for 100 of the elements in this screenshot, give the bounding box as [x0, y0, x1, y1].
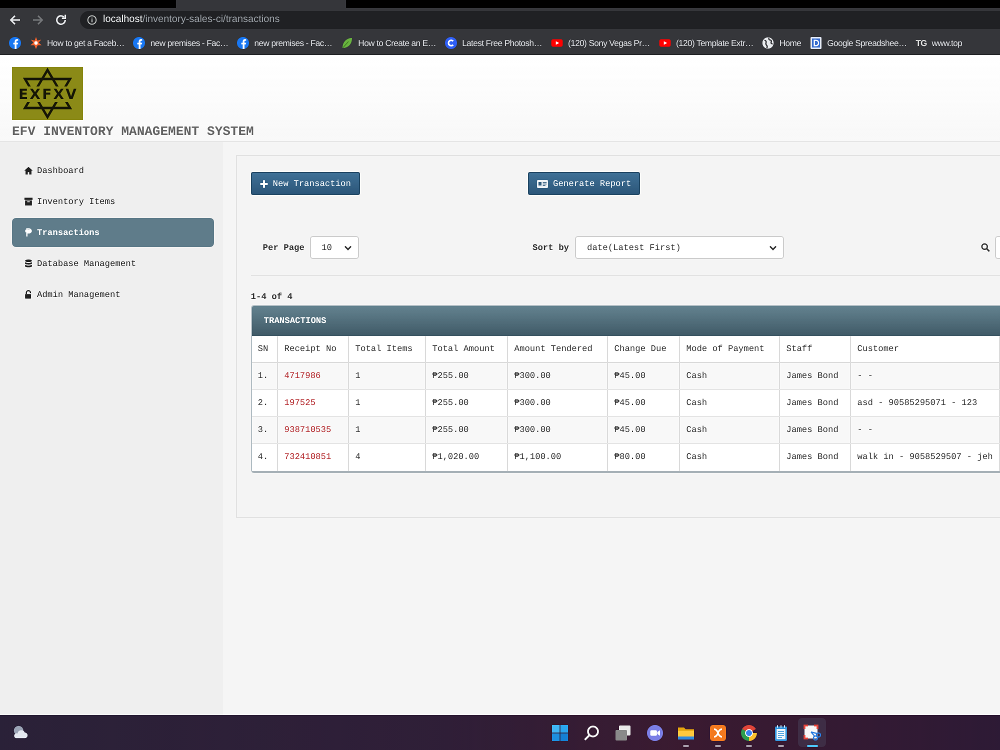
site-title: EFV INVENTORY MANAGEMENT SYSTEM	[12, 124, 255, 140]
peso-icon	[24, 228, 33, 237]
table-cell: 4	[348, 444, 426, 470]
play-icon	[551, 36, 564, 48]
column-header: SN	[252, 336, 278, 362]
table-cell: Cash	[680, 390, 780, 416]
x-tile-icon[interactable]	[708, 724, 726, 742]
column-header: Customer	[850, 336, 1000, 362]
logo-text: EXFXV	[18, 87, 76, 103]
table-cell: walk in - 9058529507 - jeh	[850, 444, 1000, 470]
table-cell: ₱255.00	[426, 390, 508, 416]
table-cell: 1	[348, 416, 426, 444]
table-cell: ₱45.00	[608, 362, 680, 390]
table-cell: ₱45.00	[608, 390, 680, 416]
burst-icon	[30, 36, 42, 48]
stacked-windows-icon[interactable]	[614, 724, 632, 742]
table-cell: James Bond	[780, 362, 851, 390]
scissors-frame-icon[interactable]	[803, 724, 821, 742]
table-title: TRANSACTIONS	[252, 306, 1000, 336]
sort-by-label: Sort by	[532, 242, 569, 252]
table-cell: 1	[348, 390, 426, 416]
table-cell: ₱255.00	[426, 362, 508, 390]
sidebar-item[interactable]: Transactions	[12, 218, 214, 247]
column-header: Total Items	[348, 336, 426, 362]
cloud-moon-icon[interactable]	[12, 724, 29, 741]
archive-box-icon	[24, 197, 33, 206]
table-cell: 1	[348, 362, 426, 390]
table-cell: ₱300.00	[508, 362, 608, 390]
reload-icon[interactable]	[55, 14, 67, 26]
taskbar-button[interactable]	[798, 718, 826, 747]
c-circle-icon	[445, 36, 458, 48]
per-page-select[interactable]: 10	[310, 236, 358, 259]
table-cell: Cash	[680, 362, 780, 390]
column-header: Change Due	[608, 336, 680, 362]
column-header: Total Amount	[426, 336, 508, 362]
sidebar-item[interactable]: Dashboard	[12, 156, 214, 185]
tricolor-circle-icon[interactable]	[740, 724, 758, 742]
action-button[interactable]: New Transaction	[250, 172, 360, 195]
site-initials: TG	[916, 38, 927, 48]
sidebar-item[interactable]: Admin Management	[12, 280, 214, 309]
f-circle-icon	[237, 36, 250, 48]
bookmark[interactable]: Latest Free Photosh…	[445, 36, 542, 48]
back-icon[interactable]	[9, 14, 21, 26]
action-button[interactable]: Generate Report	[528, 172, 640, 195]
bookmark[interactable]: Google Spreadshee…	[810, 36, 907, 48]
bookmark[interactable]: How to get a Faceb…	[30, 36, 124, 48]
info-icon[interactable]	[87, 14, 97, 24]
column-header: Staff	[780, 336, 851, 362]
table-cell: ₱300.00	[508, 390, 608, 416]
receipt-link[interactable]: 197525	[284, 398, 316, 408]
search-field[interactable]	[995, 236, 1000, 259]
column-header: Amount Tendered	[508, 336, 608, 362]
search-icon	[981, 243, 990, 252]
sort-select[interactable]: date(Latest First)	[575, 236, 784, 259]
tile-grid-icon[interactable]	[551, 724, 569, 742]
bookmark[interactable]: Home	[762, 36, 802, 48]
bookmark[interactable]: new premises - Fac…	[237, 36, 332, 48]
table-cell: ₱300.00	[508, 416, 608, 444]
table-cell: James Bond	[780, 390, 851, 416]
address-bar[interactable]: localhost/inventory-sales-ci/transactions	[80, 10, 1000, 28]
bookmark[interactable]: new premises - Fac…	[133, 36, 228, 48]
bookmark[interactable]: (120) Sony Vegas Pr…	[551, 36, 650, 48]
bookmark[interactable]: (120) Template Extr…	[658, 36, 754, 48]
search-icon[interactable]	[582, 724, 600, 742]
table-cell: ₱255.00	[426, 416, 508, 444]
sidebar-item[interactable]: Inventory Items	[12, 187, 214, 216]
open-padlock-icon	[24, 290, 33, 299]
table-cell: 4.	[252, 444, 278, 470]
f-circle-icon	[133, 36, 146, 48]
table-cell: 2.	[252, 390, 278, 416]
plus-icon	[260, 180, 268, 188]
bookmark[interactable]: TG www.top	[916, 38, 962, 48]
id-card-icon	[536, 180, 548, 188]
video-chat-icon[interactable]	[646, 724, 664, 742]
table-cell: 3.	[252, 416, 278, 444]
globe-icon	[762, 36, 774, 48]
table-cell: Cash	[680, 416, 780, 444]
column-header: Mode of Payment	[680, 336, 780, 362]
leaf-icon	[341, 36, 354, 48]
receipt-link[interactable]: 4717986	[284, 371, 321, 381]
table-cell: - -	[850, 416, 1000, 444]
sidebar-item[interactable]: Database Management	[12, 249, 214, 278]
table-cell: 1.	[252, 362, 278, 390]
chevron-down-icon	[769, 244, 777, 250]
per-page-label: Per Page	[262, 242, 304, 252]
f-circle-icon[interactable]	[9, 36, 21, 48]
document-icon	[810, 36, 822, 48]
chevron-down-icon	[344, 244, 352, 250]
table-cell: James Bond	[780, 444, 851, 470]
receipt-link[interactable]: 732410851	[284, 452, 332, 462]
database-icon	[24, 259, 33, 268]
table-cell: ₱1,100.00	[508, 444, 608, 470]
table-cell: Cash	[680, 444, 780, 470]
table-cell: - -	[850, 362, 1000, 390]
bookmark[interactable]: How to Create an E…	[341, 36, 436, 48]
table-cell: asd - 90585295071 - 123	[850, 390, 1000, 416]
table-cell: James Bond	[780, 416, 851, 444]
table-cell: ₱80.00	[608, 444, 680, 470]
play-icon	[658, 36, 671, 48]
result-count: 1-4 of 4	[250, 291, 294, 303]
